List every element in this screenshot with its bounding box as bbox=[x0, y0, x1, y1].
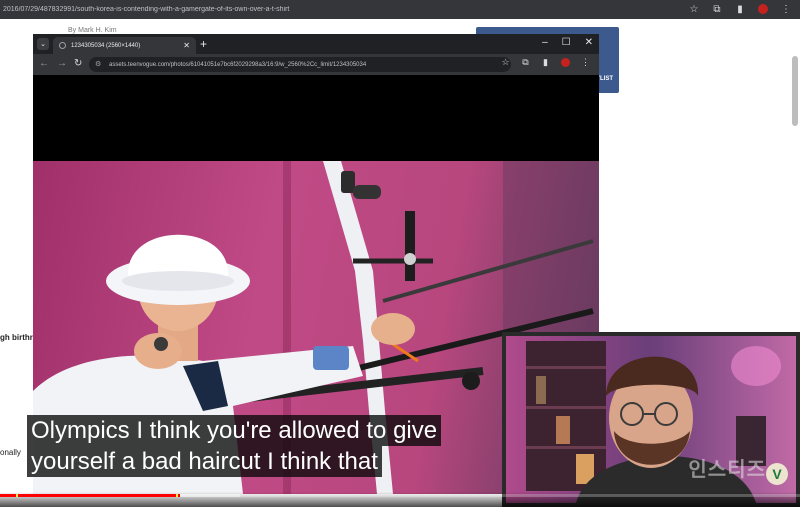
background-address-text[interactable]: 2016/07/29/487832991/south-korea-is-cont… bbox=[0, 6, 690, 13]
chapter-marker[interactable] bbox=[176, 494, 178, 497]
video-captions: Olympics I think you're allowed to give … bbox=[27, 415, 442, 477]
streamer-webcam: 인스티즈 V bbox=[502, 332, 800, 507]
reload-icon[interactable]: ↻ bbox=[74, 58, 82, 69]
chapter-marker[interactable] bbox=[16, 494, 18, 497]
channel-logo: V bbox=[766, 463, 788, 485]
site-info-icon[interactable]: ⚙ bbox=[95, 60, 104, 69]
profile-avatar-icon[interactable] bbox=[560, 57, 571, 68]
article-text-snippet: onally bbox=[0, 448, 21, 457]
window-controls: – ☐ ✕ bbox=[542, 37, 593, 48]
caption-line-2: yourself a bad haircut I think that bbox=[27, 446, 382, 477]
close-window-button[interactable]: ✕ bbox=[585, 37, 593, 48]
menu-icon[interactable]: ⋮ bbox=[580, 57, 591, 68]
menu-icon[interactable]: ⋮ bbox=[780, 3, 792, 15]
close-tab-icon[interactable]: ✕ bbox=[183, 41, 190, 50]
side-panel-icon[interactable]: ▮ bbox=[734, 3, 746, 15]
page-scrollbar[interactable] bbox=[792, 56, 798, 126]
bookmark-star-icon[interactable]: ☆ bbox=[688, 3, 700, 15]
progress-track[interactable] bbox=[0, 494, 800, 497]
screen: 2016/07/29/487832991/south-korea-is-cont… bbox=[0, 0, 800, 507]
popup-tab-bar: ⌄ 1234305034 (2560×1440) ✕ + – ☐ ✕ bbox=[33, 34, 599, 54]
minimize-button[interactable]: – bbox=[542, 37, 548, 48]
new-tab-icon[interactable]: + bbox=[200, 37, 207, 51]
caption-line-1: Olympics I think you're allowed to give bbox=[27, 415, 442, 446]
back-icon[interactable]: ← bbox=[39, 58, 49, 69]
background-toolbar-icons: ☆ ⧉ ▮ ⋮ bbox=[688, 3, 792, 15]
extensions-icon[interactable]: ⧉ bbox=[520, 57, 531, 68]
watermark-text: 인스티즈 bbox=[688, 459, 766, 481]
side-panel-icon[interactable]: ▮ bbox=[540, 57, 551, 68]
played-bar bbox=[0, 494, 180, 497]
popup-url-text: assets.teenvogue.com/photos/61041051e7bc… bbox=[109, 61, 367, 68]
globe-icon bbox=[59, 42, 66, 49]
tab-search-icon[interactable]: ⌄ bbox=[37, 38, 49, 50]
popup-address-bar[interactable]: ⚙ assets.teenvogue.com/photos/61041051e7… bbox=[89, 57, 511, 72]
maximize-button[interactable]: ☐ bbox=[562, 37, 571, 48]
article-byline: By Mark H. Kim bbox=[68, 27, 117, 34]
background-browser-toolbar: 2016/07/29/487832991/south-korea-is-cont… bbox=[0, 0, 800, 19]
bookmark-star-icon[interactable]: ☆ bbox=[500, 57, 511, 68]
profile-avatar-icon[interactable] bbox=[757, 3, 769, 15]
video-progress-bar[interactable] bbox=[0, 492, 800, 507]
tab-title: 1234305034 (2560×1440) bbox=[71, 42, 141, 49]
popup-toolbar-icons: ☆ ⧉ ▮ ⋮ bbox=[500, 57, 591, 68]
forward-icon[interactable]: → bbox=[57, 58, 67, 69]
popup-toolbar: ← → ↻ ⚙ assets.teenvogue.com/photos/6104… bbox=[33, 54, 599, 75]
tab-image[interactable]: 1234305034 (2560×1440) ✕ bbox=[53, 37, 196, 54]
extensions-icon[interactable]: ⧉ bbox=[711, 3, 723, 15]
